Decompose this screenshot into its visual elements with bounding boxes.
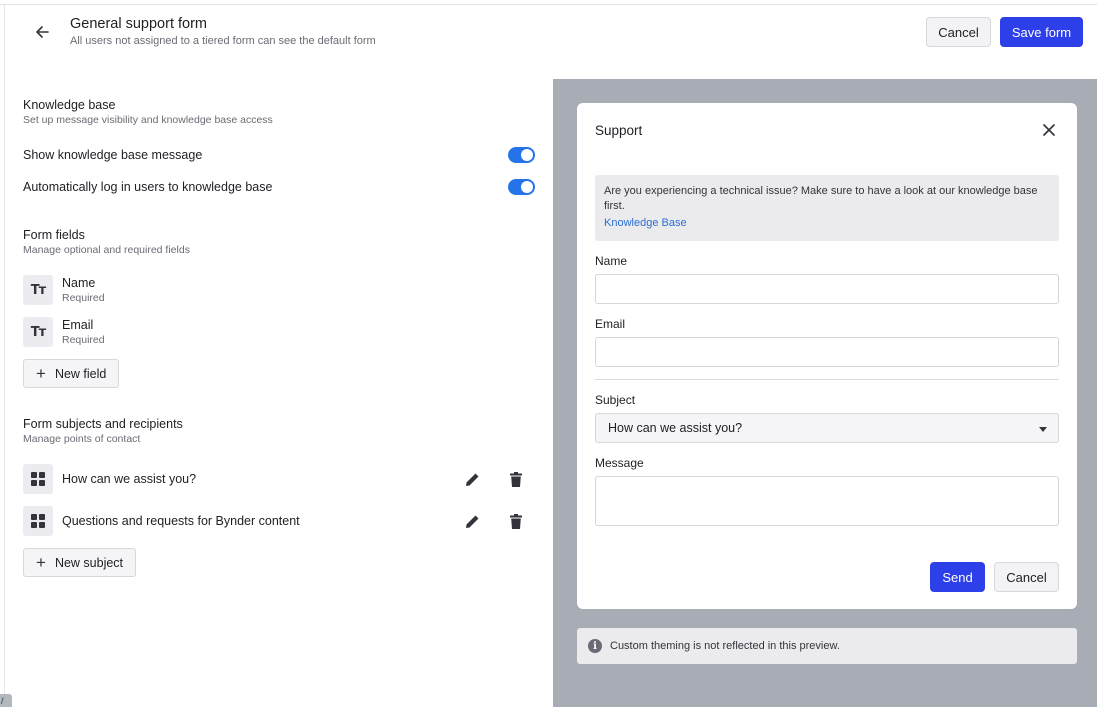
send-button[interactable]: Send bbox=[930, 562, 985, 592]
new-subject-label: New subject bbox=[54, 555, 124, 570]
modal-title: Support bbox=[595, 123, 643, 138]
top-border bbox=[0, 0, 1097, 5]
plus-icon: + bbox=[36, 364, 46, 383]
support-modal-preview: Support Are you experiencing a technical… bbox=[577, 103, 1077, 609]
email-label: Email bbox=[595, 317, 626, 331]
modal-cancel-button[interactable]: Cancel bbox=[994, 562, 1059, 592]
new-subject-button[interactable]: + New subject bbox=[23, 548, 137, 577]
caret-down-icon bbox=[1039, 427, 1047, 432]
page-title: General support form bbox=[70, 16, 208, 32]
field-name-name[interactable]: Name bbox=[62, 276, 95, 290]
divider bbox=[595, 379, 1059, 380]
page-subtitle: All users not assigned to a tiered form … bbox=[70, 35, 376, 47]
knowledge-base-title: Knowledge base bbox=[23, 98, 116, 112]
subject-label: Subject bbox=[595, 393, 636, 407]
new-field-label: New field bbox=[54, 366, 107, 381]
knowledge-base-notice: Are you experiencing a technical issue? … bbox=[595, 175, 1059, 241]
field-status: Required bbox=[62, 292, 105, 304]
text-type-icon: Tт bbox=[23, 317, 53, 347]
field-status: Required bbox=[62, 334, 105, 346]
left-border bbox=[4, 5, 5, 707]
subject-select[interactable]: How can we assist you? bbox=[595, 413, 1059, 443]
trash-icon[interactable] bbox=[506, 469, 526, 489]
notice-text: Are you experiencing a technical issue? … bbox=[604, 185, 1038, 212]
field-name-email[interactable]: Email bbox=[62, 318, 93, 332]
theming-notice-text: Custom theming is not reflected in this … bbox=[610, 640, 840, 652]
subject-item-label[interactable]: How can we assist you? bbox=[62, 472, 196, 486]
cancel-button[interactable]: Cancel bbox=[926, 17, 991, 47]
save-form-button[interactable]: Save form bbox=[1000, 17, 1083, 47]
info-icon: i bbox=[588, 639, 602, 653]
pencil-icon[interactable] bbox=[462, 511, 482, 531]
name-field[interactable] bbox=[595, 274, 1059, 304]
theming-notice: i Custom theming is not reflected in thi… bbox=[577, 628, 1077, 664]
toggle-knob bbox=[521, 149, 533, 161]
new-field-button[interactable]: + New field bbox=[23, 359, 120, 388]
grid-icon bbox=[23, 464, 53, 494]
message-label: Message bbox=[595, 456, 644, 470]
auto-login-kb-toggle[interactable] bbox=[508, 179, 535, 195]
subject-select-value: How can we assist you? bbox=[608, 421, 743, 435]
plus-icon: + bbox=[36, 553, 46, 572]
toggle-knob bbox=[521, 181, 533, 193]
form-fields-title: Form fields bbox=[23, 228, 85, 242]
email-field[interactable] bbox=[595, 337, 1059, 367]
form-fields-subtitle: Manage optional and required fields bbox=[23, 244, 190, 256]
arrow-left-icon bbox=[36, 26, 49, 38]
subjects-title: Form subjects and recipients bbox=[23, 417, 183, 431]
name-label: Name bbox=[595, 254, 628, 268]
auto-login-kb-label: Automatically log in users to knowledge … bbox=[23, 180, 273, 194]
knowledge-base-subtitle: Set up message visibility and knowledge … bbox=[23, 114, 273, 126]
text-type-icon: Tт bbox=[23, 275, 53, 305]
message-field[interactable] bbox=[595, 476, 1059, 526]
grid-icon bbox=[23, 506, 53, 536]
knowledge-base-link[interactable]: Knowledge Base bbox=[604, 217, 1050, 229]
corner-tab[interactable]: / bbox=[0, 694, 12, 707]
show-kb-message-label: Show knowledge base message bbox=[23, 148, 203, 162]
close-icon[interactable] bbox=[1039, 120, 1059, 140]
back-button[interactable] bbox=[30, 20, 54, 44]
pencil-icon[interactable] bbox=[462, 469, 482, 489]
subject-item-label[interactable]: Questions and requests for Bynder conten… bbox=[62, 514, 300, 528]
trash-icon[interactable] bbox=[506, 511, 526, 531]
show-kb-message-toggle[interactable] bbox=[508, 147, 535, 163]
subjects-subtitle: Manage points of contact bbox=[23, 433, 141, 445]
